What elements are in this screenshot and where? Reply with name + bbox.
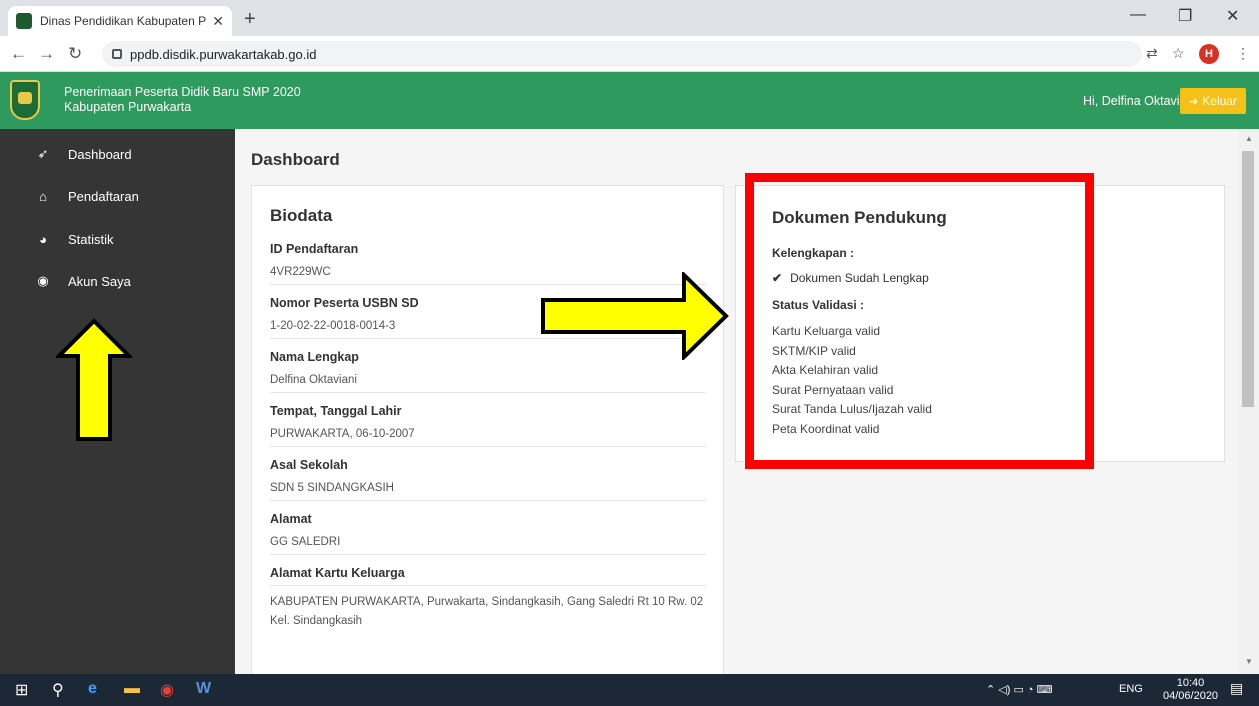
right-arrow-shape <box>541 272 729 360</box>
sidebar-item-label: Pendaftaran <box>68 188 139 204</box>
field-value: Delfina Oktaviani <box>270 364 706 393</box>
highlight-box <box>745 173 1094 469</box>
sidebar-item-label: Akun Saya <box>68 273 131 289</box>
field-value: KABUPATEN PURWAKARTA, Purwakarta, Sindan… <box>270 585 706 633</box>
field-value: PURWAKARTA, 06-10-2007 <box>270 418 706 447</box>
field-asal-sekolah: Asal Sekolah SDN 5 SINDANGKASIH <box>270 458 706 501</box>
notification-icon[interactable]: ▤ <box>1230 680 1243 697</box>
app-title-line1: Penerimaan Peserta Didik Baru SMP 2020 <box>64 85 301 99</box>
field-value-line1: KABUPATEN PURWAKARTA, Purwakarta, Sindan… <box>270 596 704 608</box>
windows-start-icon[interactable]: ⊞ <box>15 680 28 700</box>
field-label: Tempat, Tanggal Lahir <box>270 404 402 418</box>
field-value: GG SALEDRI <box>270 526 706 555</box>
right-arrow-annotation <box>541 272 729 360</box>
field-alamat-kartu-keluarga: Alamat Kartu Keluarga KABUPATEN PURWAKAR… <box>270 566 706 633</box>
up-arrow-shape <box>56 318 132 441</box>
field-value-line2: Kel. Sindangkasih <box>270 615 363 627</box>
bookmark-star-icon[interactable]: ☆ <box>1172 45 1185 62</box>
back-arrow-icon[interactable]: ← <box>10 44 27 64</box>
purwakarta-logo-icon <box>10 80 40 120</box>
tray-icons[interactable]: ⌃ ◁) ▭ ◔ ⌨ <box>986 683 1052 696</box>
language-indicator[interactable]: ENG <box>1119 683 1143 695</box>
address-toolbar: ← → ↻ ppdb.disdik.purwakartakab.go.id ⇄ … <box>0 36 1259 72</box>
biodata-card: Biodata ID Pendaftaran 4VR229WC Nomor Pe… <box>251 185 724 674</box>
field-label: Asal Sekolah <box>270 458 348 472</box>
site-favicon-icon <box>16 13 32 29</box>
search-icon[interactable]: ⚲ <box>52 680 64 700</box>
scroll-down-icon[interactable]: ▼ <box>1245 657 1253 666</box>
clock[interactable]: 10:40 04/06/2020 <box>1163 677 1218 703</box>
profile-avatar[interactable]: H <box>1199 44 1219 64</box>
chrome-icon[interactable]: ◉ <box>160 680 174 700</box>
logout-button[interactable]: ➜ Keluar <box>1180 88 1246 114</box>
home-icon: ⌂ <box>39 188 47 204</box>
minimize-button[interactable]: — <box>1130 6 1146 24</box>
field-label: Alamat <box>270 512 312 526</box>
reload-icon[interactable]: ↻ <box>68 44 82 64</box>
tab-close-icon[interactable]: ✕ <box>212 13 224 30</box>
new-tab-button[interactable]: + <box>244 8 256 31</box>
page-scrollbar[interactable]: ▲ ▼ <box>1239 129 1259 674</box>
user-circle-icon: ◉ <box>37 273 49 288</box>
sidebar-item-akun-saya[interactable]: ◉ Akun Saya <box>0 266 235 296</box>
field-alamat: Alamat GG SALEDRI <box>270 512 706 555</box>
edge-browser-icon[interactable]: e <box>88 680 97 698</box>
app-header: Penerimaan Peserta Didik Baru SMP 2020 K… <box>0 72 1259 129</box>
field-label: ID Pendaftaran <box>270 242 359 256</box>
biodata-heading: Biodata <box>270 206 333 225</box>
field-label: Alamat Kartu Keluarga <box>270 566 405 580</box>
rocket-icon: ➶ <box>37 146 49 161</box>
forward-arrow-icon[interactable]: → <box>38 44 55 64</box>
sidebar-item-label: Dashboard <box>68 146 132 162</box>
menu-dots-icon[interactable]: ⋮ <box>1236 45 1250 62</box>
pie-chart-icon: ◕ <box>39 231 47 247</box>
close-window-button[interactable]: ✕ <box>1226 6 1239 26</box>
sign-out-icon: ➜ <box>1189 95 1199 108</box>
up-arrow-annotation <box>56 318 132 441</box>
lock-icon <box>112 49 122 59</box>
word-icon[interactable]: W <box>196 680 211 698</box>
logout-label: Keluar <box>1202 94 1237 108</box>
file-explorer-icon[interactable]: ▬ <box>124 680 140 698</box>
sidebar-item-statistik[interactable]: ◕ Statistik <box>0 224 235 254</box>
browser-tab-bar: Dinas Pendidikan Kabupaten Purw ✕ + — ❐ … <box>0 0 1259 36</box>
url-text: ppdb.disdik.purwakartakab.go.id <box>130 46 317 62</box>
field-value: SDN 5 SINDANGKASIH <box>270 472 706 501</box>
sidebar-item-label: Statistik <box>68 231 114 247</box>
field-tempat-tanggal-lahir: Tempat, Tanggal Lahir PURWAKARTA, 06-10-… <box>270 404 706 447</box>
url-bar[interactable]: ppdb.disdik.purwakartakab.go.id <box>102 41 1142 67</box>
scrollbar-thumb[interactable] <box>1242 151 1254 407</box>
app-title: Penerimaan Peserta Didik Baru SMP 2020 K… <box>64 85 301 115</box>
browser-tab[interactable]: Dinas Pendidikan Kabupaten Purw ✕ <box>8 6 232 36</box>
tab-title: Dinas Pendidikan Kabupaten Purw <box>40 14 207 28</box>
translate-icon[interactable]: ⇄ <box>1146 45 1158 62</box>
restore-button[interactable]: ❐ <box>1178 6 1192 26</box>
sidebar-item-pendaftaran[interactable]: ⌂ Pendaftaran <box>0 181 235 211</box>
sidebar-item-dashboard[interactable]: ➶ Dashboard <box>0 139 235 169</box>
app-title-line2: Kabupaten Purwakarta <box>64 100 192 114</box>
scroll-up-icon[interactable]: ▲ <box>1245 134 1253 143</box>
clock-time: 10:40 <box>1176 677 1205 689</box>
page-title: Dashboard <box>251 150 340 169</box>
windows-taskbar: ⊞ ⚲ e ▬ ◉ W ⌃ ◁) ▭ ◔ ⌨ ENG 10:40 04/06/2… <box>0 674 1259 706</box>
clock-date: 04/06/2020 <box>1163 690 1219 702</box>
